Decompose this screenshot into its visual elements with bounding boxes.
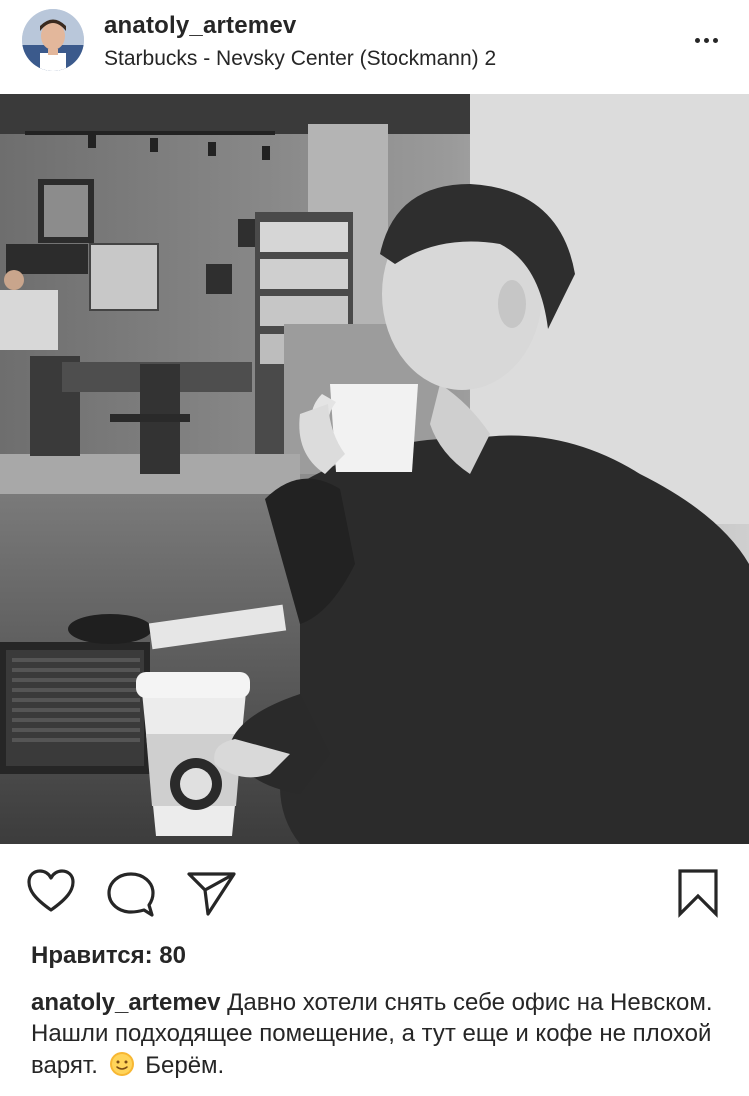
post-username[interactable]: anatoly_artemev xyxy=(104,12,296,40)
caption-text-end: Берём. xyxy=(145,1052,225,1079)
avatar[interactable] xyxy=(22,9,84,71)
post-photo-image xyxy=(0,94,749,844)
sun-face-emoji xyxy=(109,1052,134,1076)
more-horizontal-icon[interactable] xyxy=(686,26,726,54)
post-photo[interactable] xyxy=(0,94,749,844)
caption-username[interactable]: anatoly_artemev xyxy=(31,989,220,1016)
post-header: anatoly_artemev Starbucks - Nevsky Cente… xyxy=(0,0,749,94)
heart-icon[interactable] xyxy=(26,868,76,919)
paper-plane-icon[interactable] xyxy=(186,870,238,923)
likes-count[interactable]: Нравится: 80 xyxy=(31,942,186,970)
avatar-image xyxy=(22,9,84,71)
comment-bubble-icon[interactable] xyxy=(106,870,156,923)
bookmark-icon[interactable] xyxy=(676,868,720,923)
post-caption: anatoly_artemev Давно хотели снять себе … xyxy=(31,987,731,1081)
post-location[interactable]: Starbucks - Nevsky Center (Stockmann) 2 xyxy=(104,47,496,71)
post-actions xyxy=(0,844,749,940)
